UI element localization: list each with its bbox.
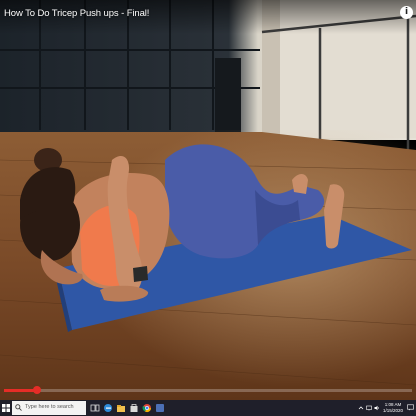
search-icon xyxy=(15,404,22,411)
scrubber-handle[interactable] xyxy=(32,386,41,394)
video-title-overlay: How To Do Tricep Push ups - Final! i xyxy=(0,0,416,34)
video-frame xyxy=(0,0,416,400)
video-player[interactable]: How To Do Tricep Push ups - Final! i xyxy=(0,0,416,400)
file-explorer-icon[interactable] xyxy=(116,403,126,413)
search-placeholder: Type here to search xyxy=(25,404,74,410)
app-icon[interactable] xyxy=(155,403,165,413)
store-icon[interactable] xyxy=(129,403,139,413)
start-button[interactable] xyxy=(0,400,12,416)
taskbar-search[interactable]: Type here to search xyxy=(12,401,86,415)
smartwatch xyxy=(133,266,148,282)
taskbar: Type here to search 1:08 AM 1/15/2020 xyxy=(0,400,416,416)
notification-icon[interactable] xyxy=(407,404,414,411)
chevron-up-icon[interactable] xyxy=(358,405,364,411)
chrome-icon[interactable] xyxy=(142,403,152,413)
task-view-icon[interactable] xyxy=(90,403,100,413)
clock-date: 1/15/2020 xyxy=(382,408,404,413)
network-icon[interactable] xyxy=(366,405,372,411)
edge-icon[interactable] xyxy=(103,403,113,413)
video-title[interactable]: How To Do Tricep Push ups - Final! xyxy=(4,8,149,19)
info-icon[interactable]: i xyxy=(400,6,413,19)
clock[interactable]: 1:08 AM 1/15/2020 xyxy=(382,402,404,414)
system-tray: 1:08 AM 1/15/2020 xyxy=(356,400,416,416)
progress-fill xyxy=(4,389,37,392)
windows-icon xyxy=(2,404,10,412)
progress-bar[interactable] xyxy=(4,386,412,394)
volume-icon[interactable] xyxy=(374,405,380,411)
speaker xyxy=(215,58,241,138)
